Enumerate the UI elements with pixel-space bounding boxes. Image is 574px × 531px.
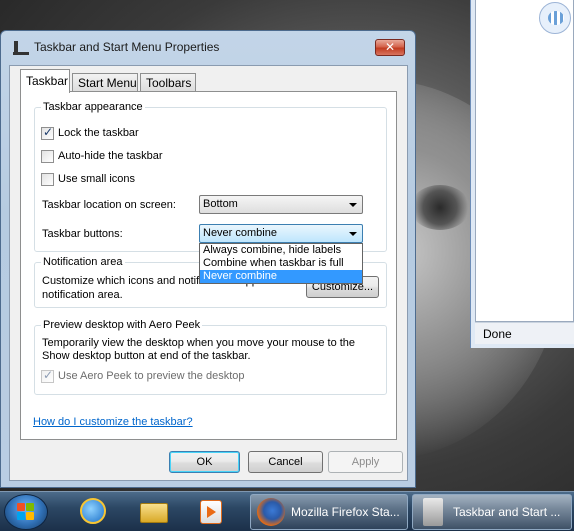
dropdown-option-always-combine[interactable]: Always combine, hide labels — [200, 244, 362, 257]
cancel-button[interactable]: Cancel — [248, 451, 323, 473]
browser-status-bar: Done — [475, 322, 574, 344]
browser-window: Done — [470, 0, 574, 348]
notification-description-2: notification area. — [42, 289, 123, 301]
dialog-client: Taskbar Start Menu Toolbars Taskbar appe… — [9, 65, 408, 481]
location-value: Bottom — [203, 198, 238, 210]
taskbar: Mozilla Firefox Sta... Taskbar and Start… — [0, 491, 574, 531]
tab-start-menu[interactable]: Start Menu — [72, 73, 138, 92]
bee-icon — [539, 2, 571, 34]
aero-peek-description-1: Temporarily view the desktop when you mo… — [42, 337, 356, 349]
browser-content — [475, 0, 574, 322]
dialog-title: Taskbar and Start Menu Properties — [34, 40, 220, 54]
ok-button[interactable]: OK — [169, 451, 240, 473]
taskbar-buttons-select[interactable]: Never combine — [199, 224, 363, 243]
windows-logo-icon — [17, 503, 35, 521]
aero-peek-description-2: Show desktop button at end of the taskba… — [42, 350, 251, 362]
internet-explorer-icon[interactable] — [76, 496, 110, 528]
notification-area-label: Notification area — [41, 256, 125, 268]
tab-toolbars[interactable]: Toolbars — [140, 73, 196, 92]
taskbar-buttons-dropdown: Always combine, hide labels Combine when… — [199, 243, 363, 284]
dropdown-option-never-combine[interactable]: Never combine — [200, 270, 362, 283]
close-button[interactable]: ✕ — [375, 39, 405, 56]
small-icons-checkbox[interactable] — [41, 173, 54, 186]
start-button[interactable] — [4, 494, 48, 530]
taskbar-tab-panel: Taskbar appearance Lock the taskbar Auto… — [20, 91, 397, 440]
taskbar-item-properties[interactable]: Taskbar and Start ... — [412, 494, 572, 530]
taskbar-appearance-label: Taskbar appearance — [41, 101, 145, 113]
aero-peek-label: Preview desktop with Aero Peek — [41, 319, 203, 331]
aero-peek-checkbox[interactable] — [41, 368, 54, 383]
lock-taskbar-checkbox[interactable] — [41, 125, 54, 140]
autohide-checkbox[interactable] — [41, 150, 54, 163]
firefox-icon — [257, 498, 285, 526]
small-icons-label: Use small icons — [58, 173, 136, 185]
properties-dialog: Taskbar and Start Menu Properties ✕ Task… — [0, 30, 416, 488]
autohide-label: Auto-hide the taskbar — [58, 150, 163, 162]
chevron-down-icon — [349, 203, 357, 207]
folder-icon[interactable] — [136, 496, 170, 528]
location-label: Taskbar location on screen: — [42, 199, 176, 211]
taskbar-properties-icon — [13, 41, 29, 55]
wallpaper-eye — [410, 185, 470, 230]
apply-button[interactable]: Apply — [328, 451, 403, 473]
dropdown-option-combine-when-full[interactable]: Combine when taskbar is full — [200, 257, 362, 270]
taskbar-properties-icon — [423, 498, 443, 526]
buttons-label: Taskbar buttons: — [42, 228, 123, 240]
aero-peek-checkbox-label: Use Aero Peek to preview the desktop — [58, 370, 245, 382]
tab-taskbar[interactable]: Taskbar — [20, 69, 70, 93]
taskbar-item-firefox[interactable]: Mozilla Firefox Sta... — [250, 494, 408, 530]
dialog-titlebar[interactable]: Taskbar and Start Menu Properties ✕ — [1, 31, 415, 59]
chevron-down-icon — [349, 232, 357, 236]
help-link[interactable]: How do I customize the taskbar? — [33, 416, 193, 428]
taskbar-buttons-value: Never combine — [203, 227, 277, 239]
taskbar-item-label: Taskbar and Start ... — [453, 505, 561, 519]
lock-taskbar-label: Lock the taskbar — [58, 127, 139, 139]
location-select[interactable]: Bottom — [199, 195, 363, 214]
media-player-icon[interactable] — [194, 496, 228, 528]
taskbar-item-label: Mozilla Firefox Sta... — [291, 505, 400, 519]
